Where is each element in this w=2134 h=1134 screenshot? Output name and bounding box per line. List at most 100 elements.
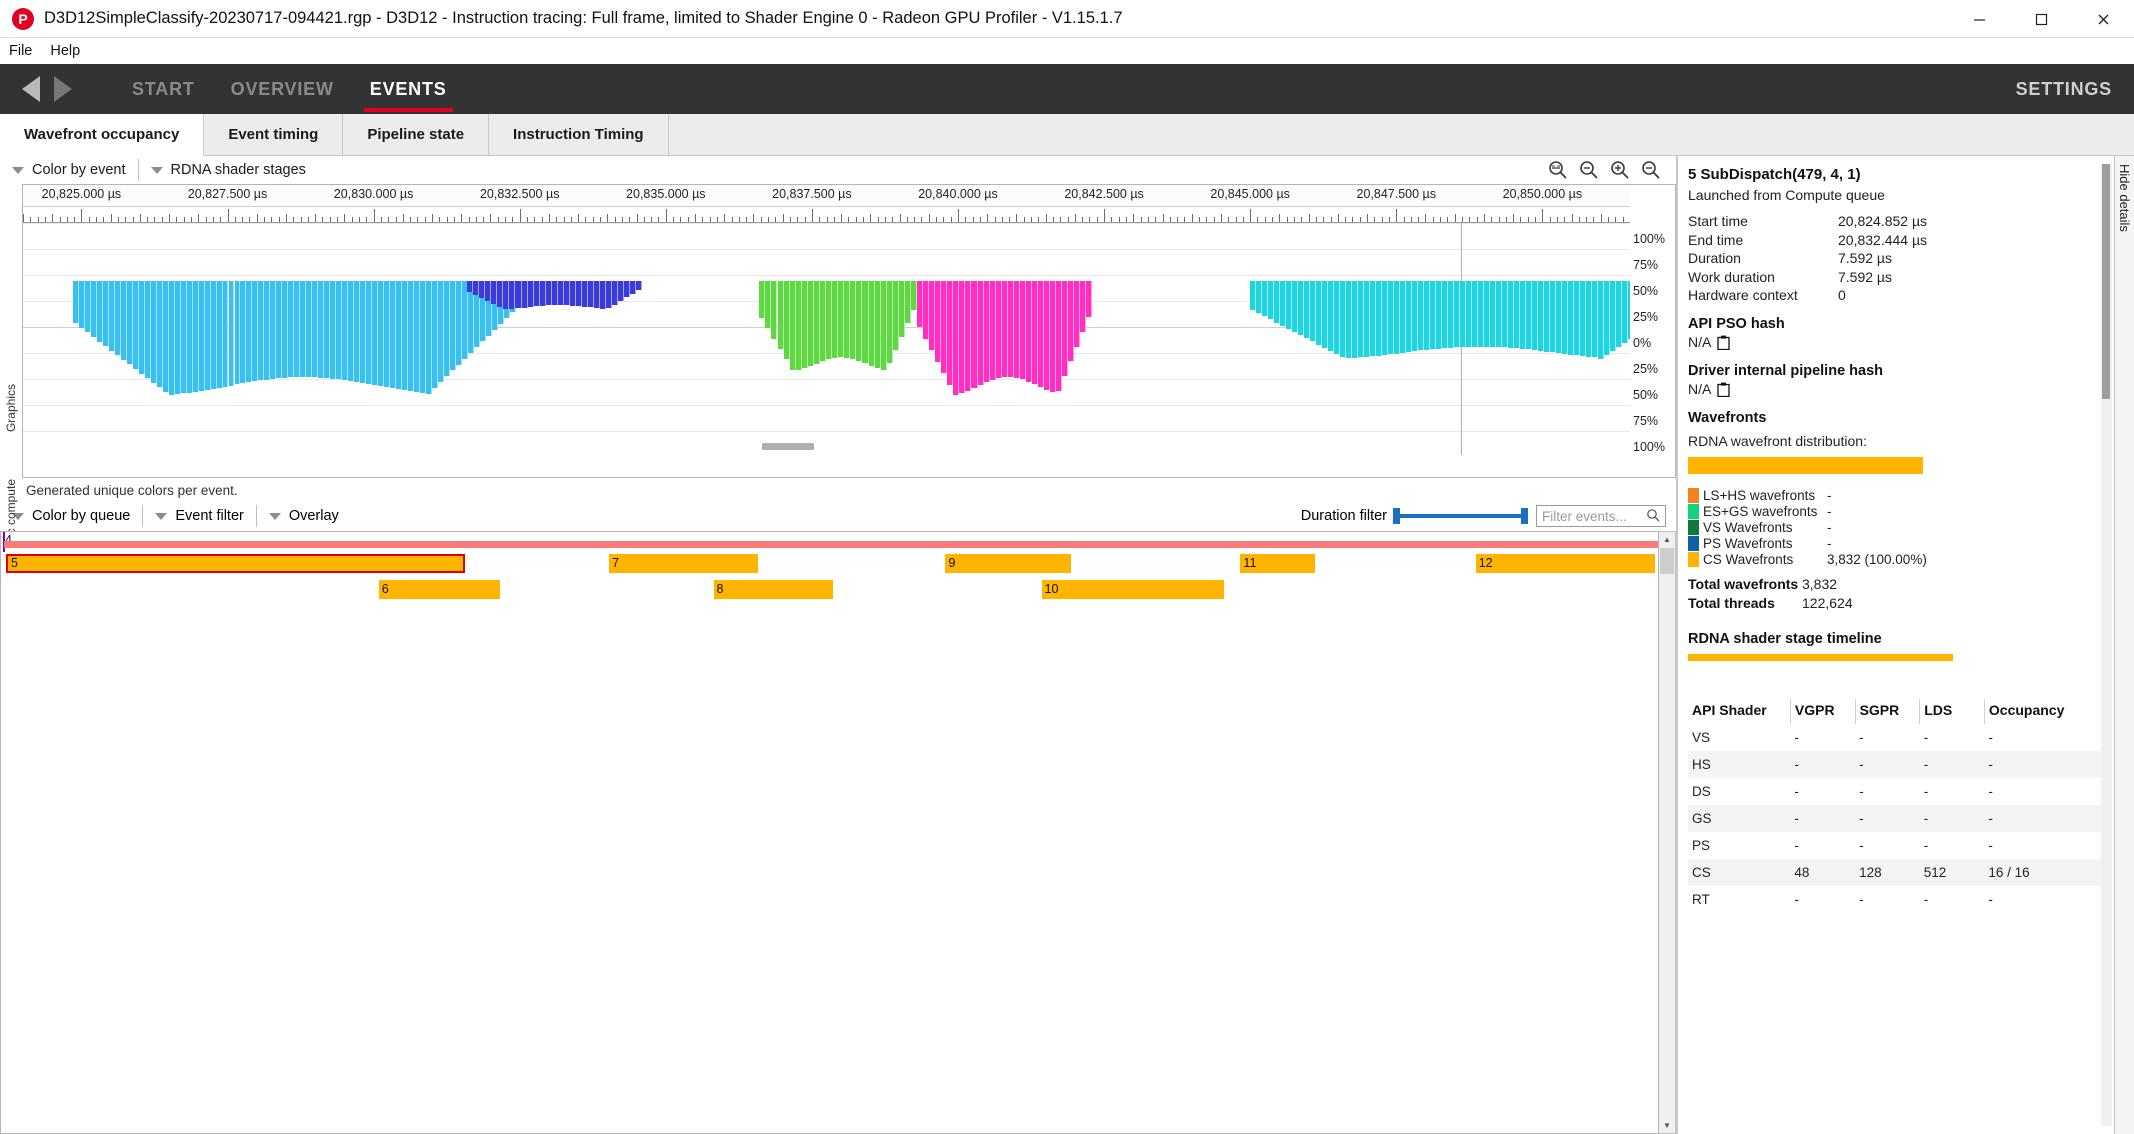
minimize-button[interactable]: [1948, 0, 2010, 38]
slider-track: [1393, 514, 1528, 518]
event-filter-dropdown[interactable]: Event filter: [143, 502, 256, 530]
occupancy-plot[interactable]: [23, 223, 1630, 455]
time-tick: [161, 217, 163, 222]
time-tick: [753, 214, 755, 222]
nav-tab-overview[interactable]: OVERVIEW: [213, 64, 352, 114]
tab-wavefront-occupancy[interactable]: Wavefront occupancy: [0, 114, 205, 156]
table-cell: RT: [1692, 892, 1710, 907]
occupancy-wave-column[interactable]: [636, 281, 643, 290]
occupancy-wave-column[interactable]: [1086, 281, 1093, 317]
main-body: Color by event RDNA shader stages Graphi…: [0, 156, 2134, 1134]
horizontal-scrollbar-thumb[interactable]: [762, 443, 814, 450]
wavefront-color-swatch: [1688, 535, 1699, 551]
hide-details-button[interactable]: Hide details: [2114, 156, 2134, 1134]
table-row[interactable]: DS - - - -: [1688, 778, 2103, 805]
time-tick: [578, 214, 580, 222]
wavefront-legend: LS+HS wavefronts - ES+GS wavefronts - VS Wav…: [1688, 487, 2114, 567]
time-tick: [738, 217, 740, 222]
table-cell: PS: [1692, 838, 1711, 853]
table-row[interactable]: RT - - - -: [1688, 886, 2103, 913]
duration-filter-slider[interactable]: [1393, 508, 1528, 524]
event-bar[interactable]: 9: [945, 554, 1072, 573]
driver-pipeline-hash-value-row: N/A: [1688, 381, 2114, 397]
slider-handle-min[interactable]: [1393, 508, 1400, 524]
table-cell: -: [1859, 730, 1864, 745]
time-tick: [987, 214, 989, 222]
event-timeline-canvas[interactable]: 4 5 6 7 8 9 10 11 12: [0, 531, 1659, 1134]
table-row[interactable]: VS - - - -: [1688, 724, 2103, 751]
menu-item-file[interactable]: File: [9, 43, 32, 59]
tab-instruction-timing[interactable]: Instruction Timing: [489, 114, 669, 155]
occupancy-percent-label: 100%: [1633, 440, 1665, 454]
table-row[interactable]: HS - - - -: [1688, 751, 2103, 778]
filter-events-input[interactable]: Filter events...: [1536, 505, 1666, 527]
details-scrollbar[interactable]: [2101, 164, 2112, 1126]
table-row[interactable]: PS - - - -: [1688, 832, 2103, 859]
vertical-scrollbar-thumb[interactable]: [1660, 548, 1674, 574]
event-bar[interactable]: 6: [378, 580, 500, 599]
close-button[interactable]: [2072, 0, 2134, 38]
time-tick: [1074, 214, 1076, 222]
time-tick-label: 20,835.000 µs: [626, 187, 706, 201]
occupancy-gridline: [23, 223, 1630, 224]
scroll-up-arrow-icon[interactable]: ▲: [1659, 532, 1675, 547]
time-tick: [1359, 217, 1361, 222]
zoom-out-icon[interactable]: [1640, 159, 1662, 181]
time-tick: [680, 217, 682, 222]
slider-handle-max[interactable]: [1521, 508, 1528, 524]
scroll-down-arrow-icon[interactable]: ▼: [1659, 1118, 1675, 1133]
time-tick: [1286, 217, 1288, 222]
color-by-event-dropdown[interactable]: Color by event: [0, 156, 138, 184]
time-tick: [702, 217, 704, 222]
event-bar[interactable]: 8: [713, 580, 833, 599]
table-cell: -: [1794, 892, 1799, 907]
nav-tab-start[interactable]: START: [114, 64, 213, 114]
back-arrow-icon[interactable]: [22, 76, 40, 102]
zoom-to-selection-icon[interactable]: [1547, 159, 1569, 181]
nav-tab-events[interactable]: EVENTS: [352, 64, 465, 114]
time-tick: [1264, 217, 1266, 222]
wavefront-legend-row: PS Wavefronts -: [1688, 535, 2114, 551]
table-cell: -: [1988, 892, 1993, 907]
event-bar[interactable]: 7: [609, 554, 759, 573]
tab-pipeline-state[interactable]: Pipeline state: [343, 114, 490, 155]
overlay-dropdown[interactable]: Overlay: [257, 502, 351, 530]
time-tick: [183, 217, 185, 222]
zoom-reset-icon[interactable]: [1578, 159, 1600, 181]
wavefront-occupancy-chart[interactable]: Graphics Async compute 20,825.000 µs 20,8…: [0, 184, 1676, 561]
table-row[interactable]: CS 48 128 512 16 / 16: [1688, 859, 2103, 886]
application-barrier-bar[interactable]: [4, 541, 1658, 548]
time-tick: [1374, 217, 1376, 222]
detail-value: 0: [1838, 287, 1846, 303]
horizontal-scrollbar[interactable]: [23, 443, 1630, 452]
event-bar[interactable]: 11: [1240, 554, 1315, 573]
time-tick: [453, 217, 455, 222]
wavefront-distribution-label: RDNA wavefront distribution:: [1688, 433, 1867, 449]
tab-event-timing[interactable]: Event timing: [204, 114, 344, 155]
forward-arrow-icon[interactable]: [54, 76, 72, 102]
copy-clipboard-icon[interactable]: [1717, 382, 1730, 397]
maximize-button[interactable]: [2010, 0, 2072, 38]
rdna-shader-stages-dropdown[interactable]: RDNA shader stages: [139, 156, 318, 184]
color-by-queue-dropdown[interactable]: Color by queue: [0, 502, 142, 530]
event-bar-selected[interactable]: 5: [5, 554, 465, 573]
copy-clipboard-icon[interactable]: [1717, 335, 1730, 350]
zoom-in-icon[interactable]: [1609, 159, 1631, 181]
details-title: 5 SubDispatch(479, 4, 1): [1688, 166, 1861, 183]
nav-settings[interactable]: SETTINGS: [2016, 79, 2112, 100]
event-bar[interactable]: 10: [1041, 580, 1224, 599]
table-column-header: SGPR: [1855, 699, 1921, 724]
time-tick: [1023, 217, 1025, 222]
events-vertical-scrollbar[interactable]: ▲ ▼: [1659, 531, 1676, 1134]
event-bar[interactable]: 12: [1475, 554, 1655, 573]
event-filter-label: Event filter: [175, 508, 244, 524]
occupancy-plot-area[interactable]: 20,825.000 µs 20,827.500 µs 20,830.000 µs 2…: [22, 184, 1630, 478]
table-cell: -: [1923, 784, 1929, 799]
table-row[interactable]: GS - - - -: [1688, 805, 2103, 832]
time-tick: [1608, 217, 1610, 222]
sub-tab-bar: Wavefront occupancy Event timing Pipelin…: [0, 114, 2134, 156]
total-value: 3,832: [1802, 576, 1838, 592]
details-scrollbar-thumb[interactable]: [2102, 164, 2110, 399]
time-tick: [125, 217, 127, 222]
menu-item-help[interactable]: Help: [50, 43, 80, 59]
